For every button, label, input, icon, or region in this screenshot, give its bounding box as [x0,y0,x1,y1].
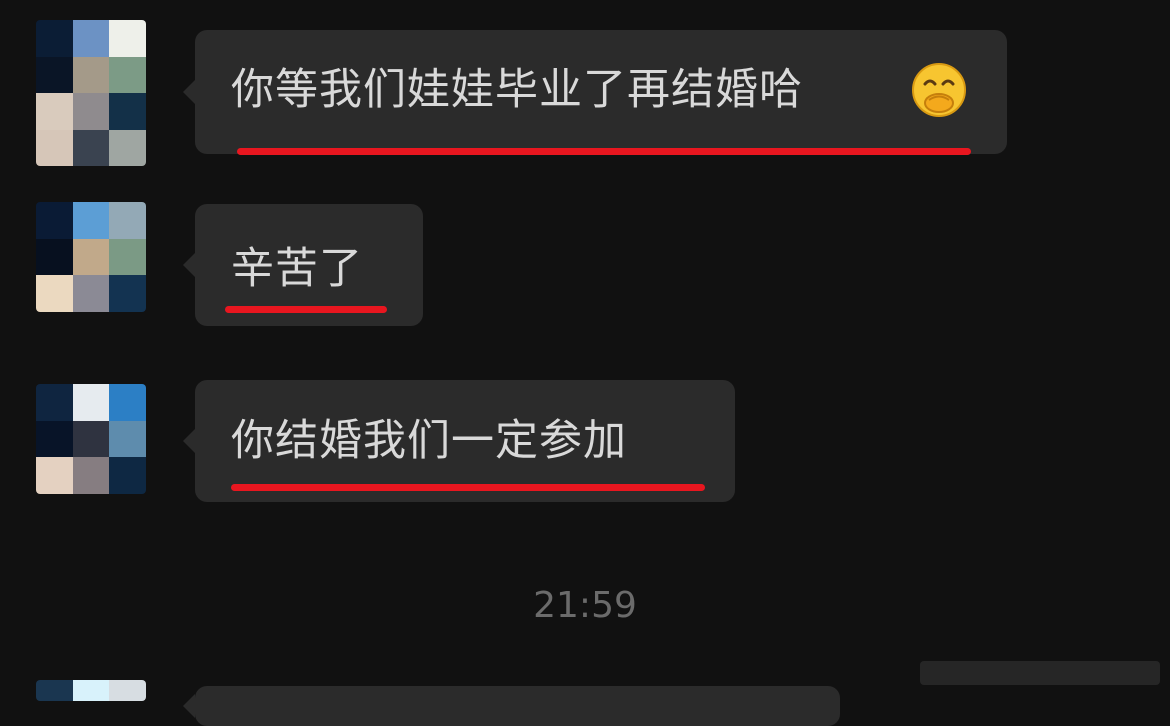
avatar-pixel [72,680,110,701]
avatar-pixel [36,420,73,458]
avatar[interactable] [36,384,146,494]
message-row: 你等我们娃娃毕业了再结婚哈 [0,20,1170,170]
avatar-pixel [72,129,110,166]
avatar-pixel [109,202,146,239]
avatar-pixel [72,93,110,130]
avatar-pixel [36,20,73,57]
message-row: 你结婚我们一定参加 [0,378,1170,502]
avatar-pixel [109,420,146,458]
red-underline [225,306,387,313]
avatar-pixel [36,457,73,494]
avatar-pixel [72,384,110,421]
red-underline [237,148,971,155]
avatar[interactable] [36,202,146,312]
shushing-face-emoji [912,63,966,117]
avatar-pixel [36,384,73,421]
watermark-logo [920,661,1160,685]
avatar-pixel [109,93,146,130]
avatar-pixel [109,238,146,276]
avatar-pixel [36,93,73,130]
avatar-pixel [109,680,146,701]
message-bubble[interactable]: 辛苦了 [183,204,423,326]
avatar-pixel [72,275,110,312]
avatar[interactable] [36,20,146,166]
avatar-pixel [36,202,73,239]
avatar[interactable] [36,680,146,701]
avatar-pixel [109,275,146,312]
avatar-pixel [109,129,146,166]
message-bubble[interactable]: 你等我们娃娃毕业了再结婚哈 [183,30,1007,155]
avatar-pixel [72,20,110,57]
message-text: 辛苦了 [231,244,363,294]
message-bubble[interactable]: 你结婚我们一定参加 [183,380,735,502]
avatar-pixel [72,238,110,276]
avatar-pixel [109,384,146,421]
avatar-pixel [109,457,146,494]
avatar-pixel [36,238,73,276]
avatar-pixel [36,56,73,93]
avatar-pixel [72,420,110,458]
avatar-pixel [36,680,73,701]
message-bubble[interactable] [183,686,840,726]
avatar-pixel [36,129,73,166]
message-text: 你结婚我们一定参加 [231,416,627,466]
red-underline [231,484,705,491]
avatar-pixel [72,457,110,494]
avatar-pixel [109,20,146,57]
chat-view: 你等我们娃娃毕业了再结婚哈 辛苦了 你结婚我们一定参加 21:59 [0,0,1170,726]
avatar-pixel [36,275,73,312]
avatar-pixel [72,202,110,239]
message-row: 辛苦了 [0,202,1170,326]
avatar-pixel [72,56,110,93]
timestamp: 21:59 [533,585,637,626]
avatar-pixel [109,56,146,93]
message-text: 你等我们娃娃毕业了再结婚哈 [231,65,803,115]
